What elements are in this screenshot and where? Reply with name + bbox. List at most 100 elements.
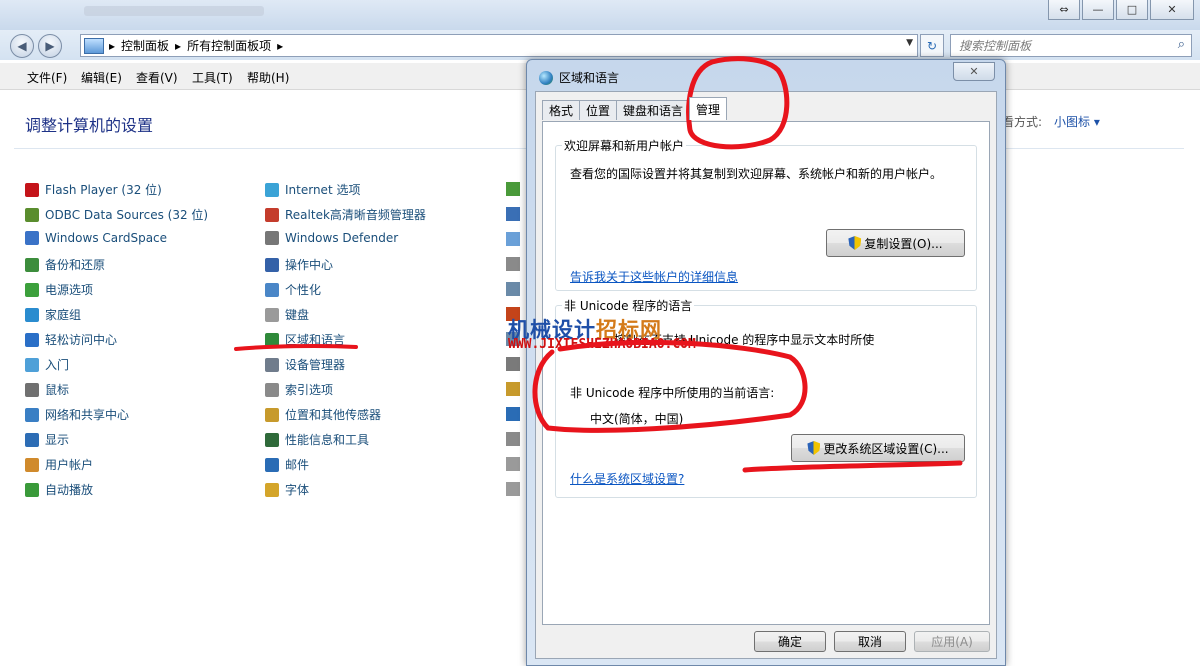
control-panel-item[interactable]: 入门	[25, 356, 69, 373]
control-panel-item-icon[interactable]	[506, 257, 520, 271]
ok-button[interactable]: 确定	[754, 631, 826, 652]
control-panel-item[interactable]: 性能信息和工具	[265, 431, 369, 448]
control-panel-item-icon[interactable]	[506, 432, 520, 446]
restore-arrows-button[interactable]: ⇔	[1048, 0, 1080, 20]
control-panel-item-icon	[265, 332, 279, 347]
minimize-button[interactable]: —	[1082, 0, 1114, 20]
accounts-info-link[interactable]: 告诉我关于这些帐户的详细信息	[570, 268, 738, 285]
control-panel-item-label: Windows CardSpace	[45, 231, 168, 245]
dialog-close-button[interactable]: ✕	[953, 62, 995, 81]
control-panel-item-icon	[265, 182, 279, 197]
control-panel-item[interactable]: 个性化	[265, 281, 321, 298]
control-panel-item-icon[interactable]	[506, 207, 520, 221]
view-by-dropdown[interactable]: 小图标 ▾	[1054, 115, 1100, 129]
navigation-bar: ◀ ▶ ▸ 控制面板 ▸ 所有控制面板项 ▸ ▼ ↻ 搜索控制面板 ⌕	[0, 30, 1200, 60]
control-panel-item[interactable]: ODBC Data Sources (32 位)	[25, 206, 208, 223]
control-panel-item-label: 电源选项	[45, 283, 94, 297]
control-panel-item[interactable]: 操作中心	[265, 256, 333, 273]
change-system-locale-button[interactable]: 更改系统区域设置(C)...	[791, 434, 965, 462]
control-panel-item-icon	[25, 482, 39, 497]
control-panel-icon	[84, 37, 104, 54]
apply-button[interactable]: 应用(A)	[914, 631, 990, 652]
menu-file[interactable]: 文件(F)	[27, 69, 67, 86]
control-panel-item[interactable]: 索引选项	[265, 381, 333, 398]
control-panel-item[interactable]: 鼠标	[25, 381, 69, 398]
tab-keyboards[interactable]: 键盘和语言	[616, 100, 691, 120]
welcome-description: 查看您的国际设置并将其复制到欢迎屏幕、系统帐户和新的用户帐户。	[570, 167, 943, 181]
page-title: 调整计算机的设置	[25, 116, 154, 135]
control-panel-item[interactable]: 备份和还原	[25, 256, 105, 273]
menu-view[interactable]: 查看(V)	[136, 69, 178, 86]
control-panel-item[interactable]: 设备管理器	[265, 356, 345, 373]
control-panel-item[interactable]: 键盘	[265, 306, 309, 323]
tab-location[interactable]: 位置	[579, 100, 618, 120]
control-panel-item[interactable]: 字体	[265, 481, 309, 498]
control-panel-item-icon	[25, 432, 39, 447]
close-button[interactable]: ✕	[1150, 0, 1194, 20]
control-panel-item[interactable]: 显示	[25, 431, 69, 448]
control-panel-item-label: 显示	[45, 433, 70, 447]
back-arrow-icon[interactable]: ◀	[10, 34, 34, 58]
refresh-icon[interactable]: ↻	[920, 34, 944, 57]
control-panel-item-label: 轻松访问中心	[45, 333, 118, 347]
control-panel-item-icon	[265, 282, 279, 297]
control-panel-item-icon	[265, 307, 279, 322]
control-panel-item-icon	[25, 457, 39, 472]
control-panel-item[interactable]: 电源选项	[25, 281, 93, 298]
control-panel-item[interactable]: 家庭组	[25, 306, 81, 323]
current-language-value: 中文(简体，中国)	[590, 412, 684, 426]
tab-administrative[interactable]: 管理	[689, 97, 728, 120]
control-panel-item-icon	[25, 357, 39, 372]
address-dropdown-icon[interactable]: ▼	[906, 38, 913, 48]
breadcrumb-control-panel[interactable]: 控制面板	[121, 37, 169, 54]
search-icon[interactable]: ⌕	[1178, 37, 1185, 52]
control-panel-item[interactable]: 网络和共享中心	[25, 406, 129, 423]
search-input[interactable]: 搜索控制面板 ⌕	[950, 34, 1192, 57]
control-panel-item-icon[interactable]	[506, 407, 520, 421]
control-panel-item-label: 索引选项	[285, 383, 334, 397]
control-panel-item-label: 邮件	[285, 458, 310, 472]
control-panel-item[interactable]: 邮件	[265, 456, 309, 473]
control-panel-item[interactable]: 自动播放	[25, 481, 93, 498]
maximize-button[interactable]: □	[1116, 0, 1148, 20]
control-panel-item-icon[interactable]	[506, 182, 520, 196]
cancel-button[interactable]: 取消	[834, 631, 906, 652]
control-panel-item[interactable]: Windows CardSpace	[25, 231, 167, 245]
control-panel-item-icon[interactable]	[506, 232, 520, 246]
dialog-title: 区域和语言	[559, 71, 620, 85]
menu-edit[interactable]: 编辑(E)	[81, 69, 122, 86]
control-panel-item-label: Realtek高清晰音频管理器	[285, 208, 426, 222]
address-bar[interactable]: ▸ 控制面板 ▸ 所有控制面板项 ▸ ▼	[80, 34, 918, 57]
control-panel-item[interactable]: 位置和其他传感器	[265, 406, 381, 423]
control-panel-item-icon[interactable]	[506, 482, 520, 496]
copy-settings-button[interactable]: 复制设置(O)...	[826, 229, 965, 257]
region-language-dialog: 区域和语言 ✕ 格式 位置 键盘和语言 管理 欢迎屏幕和新用户帐户 查看您的国际…	[526, 59, 1006, 666]
forward-arrow-icon[interactable]: ▶	[38, 34, 62, 58]
control-panel-item[interactable]: 区域和语言	[265, 331, 345, 348]
breadcrumb-all-items[interactable]: 所有控制面板项	[187, 37, 271, 54]
system-locale-help-link[interactable]: 什么是系统区域设置?	[570, 470, 684, 487]
control-panel-item[interactable]: Realtek高清晰音频管理器	[265, 206, 426, 223]
globe-icon	[539, 70, 553, 85]
control-panel-item-label: 备份和还原	[45, 258, 106, 272]
control-panel-item-label: 区域和语言	[285, 333, 346, 347]
control-panel-item[interactable]: Internet 选项	[265, 181, 360, 198]
control-panel-item-icon[interactable]	[506, 357, 520, 371]
control-panel-item[interactable]: Windows Defender	[265, 231, 398, 245]
control-panel-item[interactable]: Flash Player (32 位)	[25, 181, 162, 198]
uac-shield-icon	[807, 441, 821, 455]
menu-tools[interactable]: 工具(T)	[192, 69, 233, 86]
menu-help[interactable]: 帮助(H)	[247, 69, 289, 86]
control-panel-item[interactable]: 轻松访问中心	[25, 331, 117, 348]
control-panel-item-icon	[25, 382, 39, 397]
control-panel-item[interactable]: 用户帐户	[25, 456, 93, 473]
control-panel-item-label: Flash Player (32 位)	[45, 183, 162, 197]
control-panel-item-icon[interactable]	[506, 282, 520, 296]
control-panel-item-label: 自动播放	[45, 483, 94, 497]
control-panel-item-icon[interactable]	[506, 382, 520, 396]
control-panel-item-label: 入门	[45, 358, 70, 372]
control-panel-item-icon	[265, 407, 279, 422]
control-panel-item-icon[interactable]	[506, 457, 520, 471]
tab-formats[interactable]: 格式	[542, 100, 581, 120]
dialog-tabs: 格式 位置 键盘和语言 管理	[542, 97, 728, 120]
